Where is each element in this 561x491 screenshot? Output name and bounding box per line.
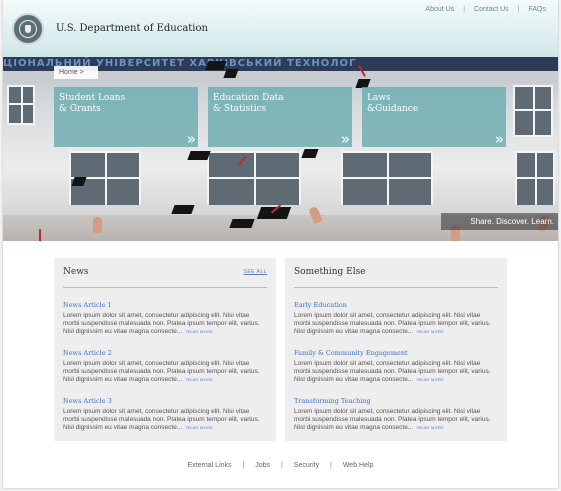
- news-panel: News SEE ALL News Article 1 Lorem ipsum …: [54, 258, 276, 441]
- news-item-title[interactable]: News Article 3: [63, 397, 267, 405]
- news-title: News: [63, 267, 89, 277]
- news-item-text: Lorem ipsum dolor sit amet, consectetur …: [63, 360, 260, 383]
- footer-web-help[interactable]: Web Help: [343, 462, 374, 469]
- department-seal-icon[interactable]: [12, 13, 44, 45]
- site-footer: External Links | Jobs | Security | Web H…: [3, 462, 558, 469]
- tile-student-loans[interactable]: Student Loans & Grants »: [54, 87, 198, 147]
- building-window: [341, 151, 433, 209]
- hero-banner: ЦІОНАЛЬНИЙ УНІВЕРСИТЕТ ХАРКІВСЬКИЙ ТЕХНО…: [3, 57, 558, 241]
- nav-contact-us[interactable]: Contact Us: [474, 6, 509, 13]
- list-item-title[interactable]: Family & Community Engagement: [294, 349, 498, 357]
- tile-title: Education Data: [213, 93, 284, 103]
- top-nav: About Us | Contact Us | FAQs: [425, 6, 546, 13]
- tile-title: Laws: [367, 93, 391, 103]
- double-chevron-right-icon: »: [340, 130, 350, 148]
- tassel: [39, 229, 41, 241]
- site-header: U.S. Department of Education About Us | …: [3, 0, 558, 57]
- footer-separator: |: [281, 462, 283, 469]
- list-item-text: Lorem ipsum dolor sit amet, consectetur …: [294, 312, 491, 335]
- read-more-link[interactable]: READ MORE: [186, 425, 213, 430]
- news-item: News Article 3 Lorem ipsum dolor sit ame…: [63, 397, 267, 432]
- list-item-title[interactable]: Transforming Teaching: [294, 397, 498, 405]
- double-chevron-right-icon: »: [186, 130, 196, 148]
- raised-hand: [93, 217, 102, 233]
- graduation-cap-icon: [205, 61, 227, 70]
- news-item-body: Lorem ipsum dolor sit amet, consectetur …: [63, 408, 267, 432]
- see-all-link[interactable]: SEE ALL: [243, 269, 267, 275]
- footer-external-links[interactable]: External Links: [188, 462, 232, 469]
- news-item-title[interactable]: News Article 1: [63, 301, 267, 309]
- footer-separator: |: [242, 462, 245, 469]
- tile-subtitle: &Guidance: [367, 104, 419, 114]
- double-chevron-right-icon: »: [494, 130, 504, 148]
- read-more-link[interactable]: READ MORE: [417, 329, 444, 334]
- tile-subtitle: & Statistics: [213, 104, 267, 114]
- list-item-body: Lorem ipsum dolor sit amet, consectetur …: [294, 408, 498, 432]
- news-item: News Article 2 Lorem ipsum dolor sit ame…: [63, 349, 267, 384]
- list-item: Transforming Teaching Lorem ipsum dolor …: [294, 397, 498, 432]
- something-else-header: Something Else: [294, 258, 498, 288]
- news-item: News Article 1 Lorem ipsum dolor sit ame…: [63, 301, 267, 336]
- list-item: Early Education Lorem ipsum dolor sit am…: [294, 301, 498, 336]
- list-item: Family & Community Engagement Lorem ipsu…: [294, 349, 498, 384]
- building-window: [513, 85, 553, 137]
- read-more-link[interactable]: READ MORE: [186, 329, 213, 334]
- nav-faqs[interactable]: FAQs: [528, 6, 546, 13]
- something-else-panel: Something Else Early Education Lorem ips…: [285, 258, 507, 441]
- news-item-body: Lorem ipsum dolor sit amet, consectetur …: [63, 312, 267, 336]
- read-more-link[interactable]: READ MORE: [186, 377, 213, 382]
- nav-separator: |: [463, 6, 466, 13]
- graduation-cap-icon: [187, 151, 211, 160]
- graduation-cap-icon: [229, 219, 255, 228]
- news-item-body: Lorem ipsum dolor sit amet, consectetur …: [63, 360, 267, 384]
- hero-tagline: Share. Discover. Learn.: [441, 213, 558, 230]
- list-item-text: Lorem ipsum dolor sit amet, consectetur …: [294, 408, 491, 431]
- tile-title: Student Loans: [59, 93, 126, 103]
- graduation-cap-icon: [301, 149, 319, 158]
- news-item-text: Lorem ipsum dolor sit amet, consectetur …: [63, 312, 260, 335]
- news-item-title[interactable]: News Article 2: [63, 349, 267, 357]
- footer-separator: |: [330, 462, 332, 469]
- site-title[interactable]: U.S. Department of Education: [56, 23, 208, 34]
- building-window: [7, 85, 35, 125]
- footer-security[interactable]: Security: [294, 462, 319, 469]
- tile-subtitle: & Grants: [59, 104, 101, 114]
- list-item-body: Lorem ipsum dolor sit amet, consectetur …: [294, 360, 498, 384]
- something-else-title: Something Else: [294, 267, 366, 277]
- read-more-link[interactable]: READ MORE: [417, 425, 444, 430]
- nav-about-us[interactable]: About Us: [425, 6, 454, 13]
- read-more-link[interactable]: READ MORE: [417, 377, 444, 382]
- building-window: [515, 151, 555, 209]
- news-item-text: Lorem ipsum dolor sit amet, consectetur …: [63, 408, 260, 431]
- page-frame: U.S. Department of Education About Us | …: [3, 0, 558, 488]
- breadcrumb[interactable]: Home >: [54, 66, 98, 79]
- news-panel-header: News SEE ALL: [63, 258, 267, 288]
- building-window: [207, 151, 301, 209]
- footer-jobs[interactable]: Jobs: [255, 462, 270, 469]
- list-item-body: Lorem ipsum dolor sit amet, consectetur …: [294, 312, 498, 336]
- tile-education-data[interactable]: Education Data & Statistics »: [208, 87, 352, 147]
- graduation-cap-icon: [171, 205, 195, 214]
- list-item-title[interactable]: Early Education: [294, 301, 498, 309]
- tile-laws-guidance[interactable]: Laws &Guidance »: [362, 87, 506, 147]
- nav-separator: |: [517, 6, 520, 13]
- list-item-text: Lorem ipsum dolor sit amet, consectetur …: [294, 360, 491, 383]
